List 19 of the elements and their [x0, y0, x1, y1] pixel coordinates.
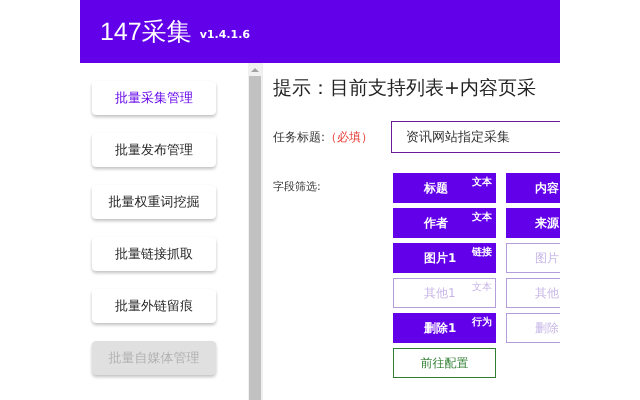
sidebar-item[interactable]: 批量采集管理	[92, 81, 216, 115]
tip-text: 提示：目前支持列表+内容页采	[273, 76, 537, 101]
field-chip[interactable]: 内容	[506, 173, 560, 203]
sidebar-item[interactable]: 批量发布管理	[92, 133, 216, 167]
app-title: 147采集	[100, 17, 192, 48]
field-chip[interactable]: 作者 文本	[393, 208, 496, 238]
task-title-field[interactable]: 资讯网站指定采集	[391, 121, 560, 153]
field-chip[interactable]: 来源	[506, 208, 560, 238]
field-chip[interactable]: 图片1 链接	[393, 243, 496, 273]
field-chip[interactable]: 删除1 行为	[393, 313, 496, 343]
sidebar-item[interactable]: 批量外链留痕	[92, 289, 216, 323]
configure-button[interactable]: 前往配置	[393, 348, 496, 378]
sidebar-item[interactable]: 批量权重词挖掘	[92, 185, 216, 219]
sidebar-item[interactable]: 批量链接抓取	[92, 237, 216, 271]
version-label: v1.4.1.6	[200, 28, 250, 41]
field-chip[interactable]: 标题 文本	[393, 173, 496, 203]
scrollbar[interactable]	[248, 63, 262, 400]
field-label: 任务标题:（必填）	[273, 128, 374, 146]
field-label: 字段筛选:	[273, 179, 322, 195]
